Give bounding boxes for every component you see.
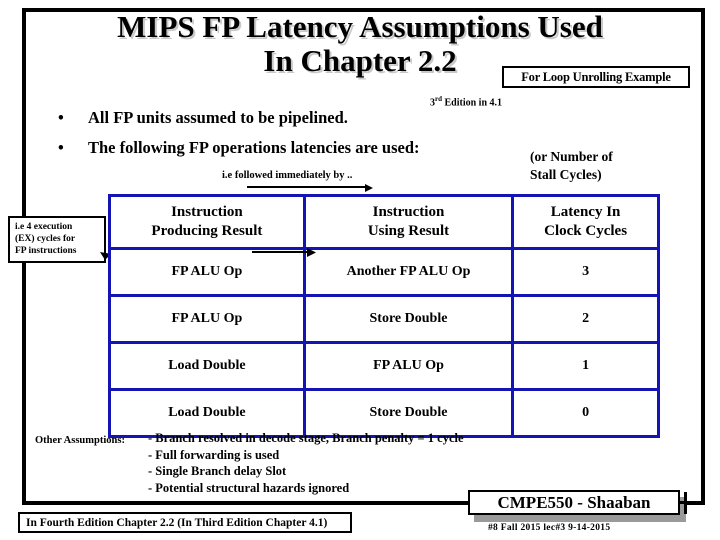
slide-canvas: MIPS FP Latency Assumptions Used In Chap…: [0, 0, 720, 540]
cell-using: Store Double: [302, 294, 515, 344]
fourth-edition-note-box: In Fourth Edition Chapter 2.2 (In Third …: [18, 512, 352, 533]
table-header-producing-line1: Instruction: [171, 204, 243, 220]
course-footer-rule-right: [680, 501, 696, 504]
table-header-row: Instruction Producing Result Instruction…: [108, 194, 660, 250]
table-row: Load Double FP ALU Op 1: [108, 341, 660, 391]
table-header-latency: Latency In Clock Cycles: [511, 194, 660, 250]
table-header-producing-line2: Producing Result: [151, 223, 263, 239]
edition-note: 3rd Edition in 4.1: [430, 95, 502, 108]
cell-latency: 3: [511, 247, 660, 297]
stall-cycles-note-line2: Stall Cycles): [530, 167, 602, 182]
ex-cycles-callout-line2: (EX) cycles for: [15, 234, 76, 244]
stall-cycles-note-line1: (or Number of: [530, 149, 613, 164]
course-footer-label: CMPE550 - Shaaban: [497, 492, 651, 512]
ex-cycles-callout-line1: i.e 4 execution: [15, 222, 73, 232]
ex-cycles-callout-box: i.e 4 execution (EX) cycles for FP instr…: [8, 216, 106, 263]
bullet-marker: •: [58, 108, 64, 127]
other-assumption-item: - Full forwarding is used: [148, 447, 280, 462]
cell-producing: Load Double: [108, 341, 306, 391]
edition-note-ordinal: rd: [435, 95, 442, 103]
cell-latency: 0: [511, 388, 660, 438]
ex-cycles-callout-line3: FP instructions: [15, 246, 77, 256]
table-header-latency-line2: Clock Cycles: [544, 223, 628, 239]
for-loop-unrolling-example-label: For Loop Unrolling Example: [521, 69, 671, 84]
table-header-using-line1: Instruction: [372, 204, 445, 220]
other-assumptions-label: Other Assumptions:: [35, 435, 125, 446]
fp-latency-table: Instruction Producing Result Instruction…: [108, 194, 660, 438]
stall-cycles-note: (or Number of Stall Cycles): [530, 148, 613, 184]
cell-latency: 2: [511, 294, 660, 344]
other-assumption-item: - Single Branch delay Slot: [148, 464, 287, 478]
followed-immediately-note: i.e followed immediately by ..: [222, 170, 353, 181]
table-header-using-line2: Using Result: [367, 223, 450, 239]
for-loop-unrolling-example-box: For Loop Unrolling Example: [502, 66, 690, 88]
first-row-dependency-arrow-icon: [252, 248, 316, 257]
cell-using: FP ALU Op: [302, 341, 515, 391]
slide-title-line1: MIPS FP Latency Assumptions Used: [117, 9, 603, 44]
course-footer-tick: [684, 492, 687, 514]
bullet-text-2: The following FP operations latencies ar…: [88, 138, 420, 157]
course-footer: CMPE550 - Shaaban: [452, 490, 696, 522]
bullet-item-1: • All FP units assumed to be pipelined.: [58, 108, 348, 128]
cell-producing: FP ALU Op: [108, 294, 306, 344]
course-footer-box: CMPE550 - Shaaban: [468, 490, 680, 515]
page-note: #8 Fall 2015 lec#3 9-14-2015: [488, 523, 611, 533]
fourth-edition-note-label: In Fourth Edition Chapter 2.2 (In Third …: [26, 516, 328, 529]
table-row: FP ALU Op Store Double 2: [108, 294, 660, 344]
cell-using: Another FP ALU Op: [302, 247, 515, 297]
followed-immediately-arrow-icon: [247, 184, 373, 192]
other-assumption-item: - Potential structural hazards ignored: [148, 480, 350, 495]
other-assumptions-list: - Branch resolved in decode stage, Branc…: [148, 430, 464, 496]
cell-latency: 1: [511, 341, 660, 391]
bullet-marker: •: [58, 138, 64, 157]
table-header-latency-line1: Latency In: [550, 204, 621, 220]
other-assumption-item: - Branch resolved in decode stage, Branc…: [148, 431, 464, 445]
bullet-item-2: • The following FP operations latencies a…: [58, 138, 420, 158]
table-header-using: Instruction Using Result: [302, 194, 515, 250]
bullet-text-1: All FP units assumed to be pipelined.: [88, 108, 348, 127]
table-header-producing: Instruction Producing Result: [108, 194, 306, 250]
edition-note-suffix: Edition in 4.1: [442, 97, 503, 109]
table-row: FP ALU Op Another FP ALU Op 3: [108, 247, 660, 297]
